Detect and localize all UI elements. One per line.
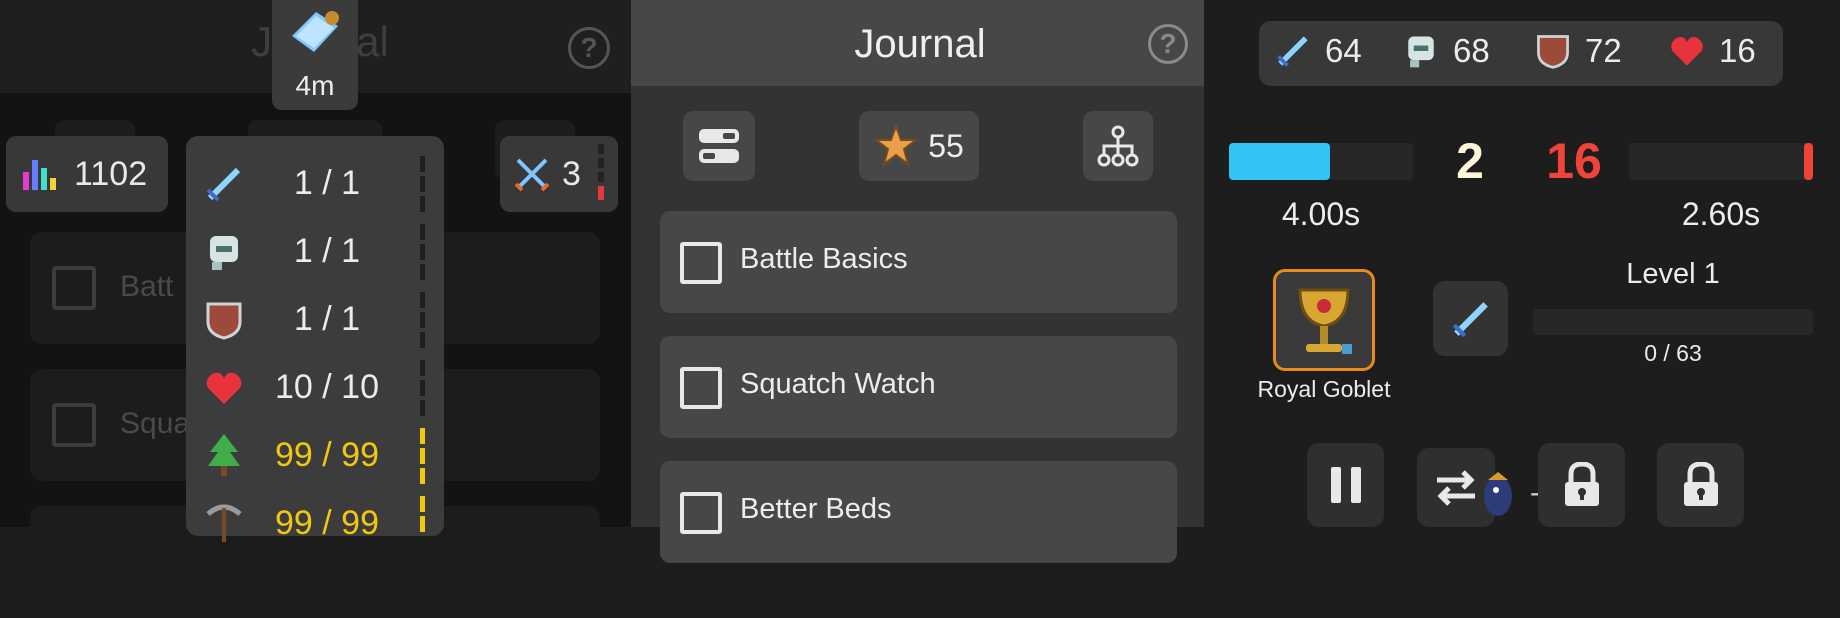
shield-icon <box>1537 35 1569 69</box>
dim-row-label: Squa <box>120 407 191 440</box>
attack-stat: 64 <box>1273 31 1362 71</box>
shield-icon <box>206 302 242 340</box>
bar-chart-icon <box>23 160 56 190</box>
pause-icon <box>1330 467 1361 503</box>
popup-row: 10 / 10 <box>186 354 444 422</box>
journal-title: Journal <box>854 22 986 66</box>
popup-value: 99 / 99 <box>275 504 379 542</box>
stats-value: 1102 <box>74 154 148 193</box>
royal-goblet-slot[interactable] <box>1273 269 1375 371</box>
enemy-attack-time: 2.60s <box>1681 196 1761 232</box>
popup-row: 1 / 1 <box>186 218 444 286</box>
tree-icon <box>208 434 240 476</box>
requirements-popup: 1 / 1 1 / 1 1 / 1 10 / 10 99 / 99 99 / 9… <box>186 136 444 542</box>
enemy-attack-bar <box>1629 143 1813 180</box>
time-badge-label: 4m <box>295 70 335 101</box>
xp-bar <box>1533 309 1813 335</box>
helmet-icon <box>1408 36 1434 68</box>
locked-slot[interactable] <box>1538 443 1625 527</box>
health-value: 16 <box>1719 32 1756 69</box>
star-count-chip[interactable]: 55 <box>859 111 979 181</box>
quest-checkbox[interactable] <box>680 367 722 409</box>
popup-value: 1 / 1 <box>293 300 361 338</box>
pause-button[interactable] <box>1307 443 1384 527</box>
battle-value: 3 <box>562 154 581 193</box>
quest-row[interactable]: Better Beds <box>660 461 1177 563</box>
list-view-button[interactable] <box>683 111 755 181</box>
quest-checkbox[interactable] <box>680 492 722 534</box>
tree-hierarchy-icon <box>1097 125 1139 167</box>
quest-label: Squatch Watch <box>740 368 936 400</box>
dim-row-label: Batt <box>120 270 174 303</box>
sword-icon <box>1452 301 1488 337</box>
fish-icon <box>1484 472 1512 516</box>
pickaxe-icon <box>206 504 242 542</box>
helmet-icon <box>210 236 238 270</box>
dim-checkbox <box>52 403 96 447</box>
shield-value: 72 <box>1585 32 1622 69</box>
player-stats-bar: 64 68 72 16 <box>1259 21 1783 86</box>
crossed-swords-icon <box>514 158 550 192</box>
quest-row[interactable]: Battle Basics <box>660 211 1177 313</box>
enemy-count: 16 <box>1546 133 1602 189</box>
helmet-stat: 68 <box>1401 31 1490 71</box>
item-name: Royal Goblet <box>1257 376 1391 402</box>
dim-checkbox <box>52 266 96 310</box>
heart-icon <box>1671 37 1703 66</box>
popup-value: 1 / 1 <box>293 232 361 270</box>
popup-row: 99 / 99 <box>186 490 444 558</box>
player-attack-bar <box>1229 143 1413 180</box>
goblet-icon <box>1298 288 1352 354</box>
sword-icon <box>1277 36 1308 67</box>
player-count: 2 <box>1456 133 1484 189</box>
popup-row: 99 / 99 <box>186 422 444 490</box>
popup-row: 1 / 1 <box>186 286 444 354</box>
list-view-icon <box>699 129 739 163</box>
battle-meter <box>598 144 604 204</box>
quest-checkbox[interactable] <box>680 242 722 284</box>
shield-stat: 72 <box>1533 31 1622 71</box>
swap-arrows-icon <box>1437 469 1475 506</box>
star-icon <box>874 124 919 167</box>
left-help-icon[interactable]: ? <box>568 27 610 69</box>
player-attack-fill <box>1229 143 1331 180</box>
scroll-map-icon <box>292 11 339 52</box>
enemy-attack-fill <box>1803 143 1813 180</box>
quest-row[interactable]: Squatch Watch <box>660 336 1177 438</box>
quest-label: Battle Basics <box>740 243 908 275</box>
heart-icon <box>206 372 242 404</box>
battle-chip[interactable]: 3 <box>500 136 618 212</box>
journal-help-icon[interactable]: ? <box>1148 24 1188 64</box>
popup-value: 10 / 10 <box>275 368 379 406</box>
health-stat: 16 <box>1667 31 1756 71</box>
lock-icon <box>1564 462 1599 506</box>
stats-chip[interactable]: 1102 <box>6 136 168 212</box>
xp-label: 0 / 63 <box>1644 340 1702 366</box>
sword-icon <box>206 167 241 202</box>
star-count: 55 <box>928 127 964 164</box>
attack-value: 64 <box>1325 32 1362 69</box>
popup-row: 1 / 1 <box>186 150 444 218</box>
lock-icon <box>1683 462 1718 506</box>
time-badge: 4m <box>272 0 358 110</box>
weapon-slot[interactable] <box>1433 281 1508 356</box>
quest-label: Better Beds <box>740 493 892 525</box>
player-attack-time: 4.00s <box>1281 196 1361 232</box>
helmet-value: 68 <box>1453 32 1490 69</box>
skill-tree-button[interactable] <box>1083 111 1153 181</box>
popup-value: 1 / 1 <box>293 164 361 202</box>
popup-value: 99 / 99 <box>275 436 379 474</box>
locked-slot[interactable] <box>1657 443 1744 527</box>
level-label: Level 1 <box>1626 258 1720 290</box>
